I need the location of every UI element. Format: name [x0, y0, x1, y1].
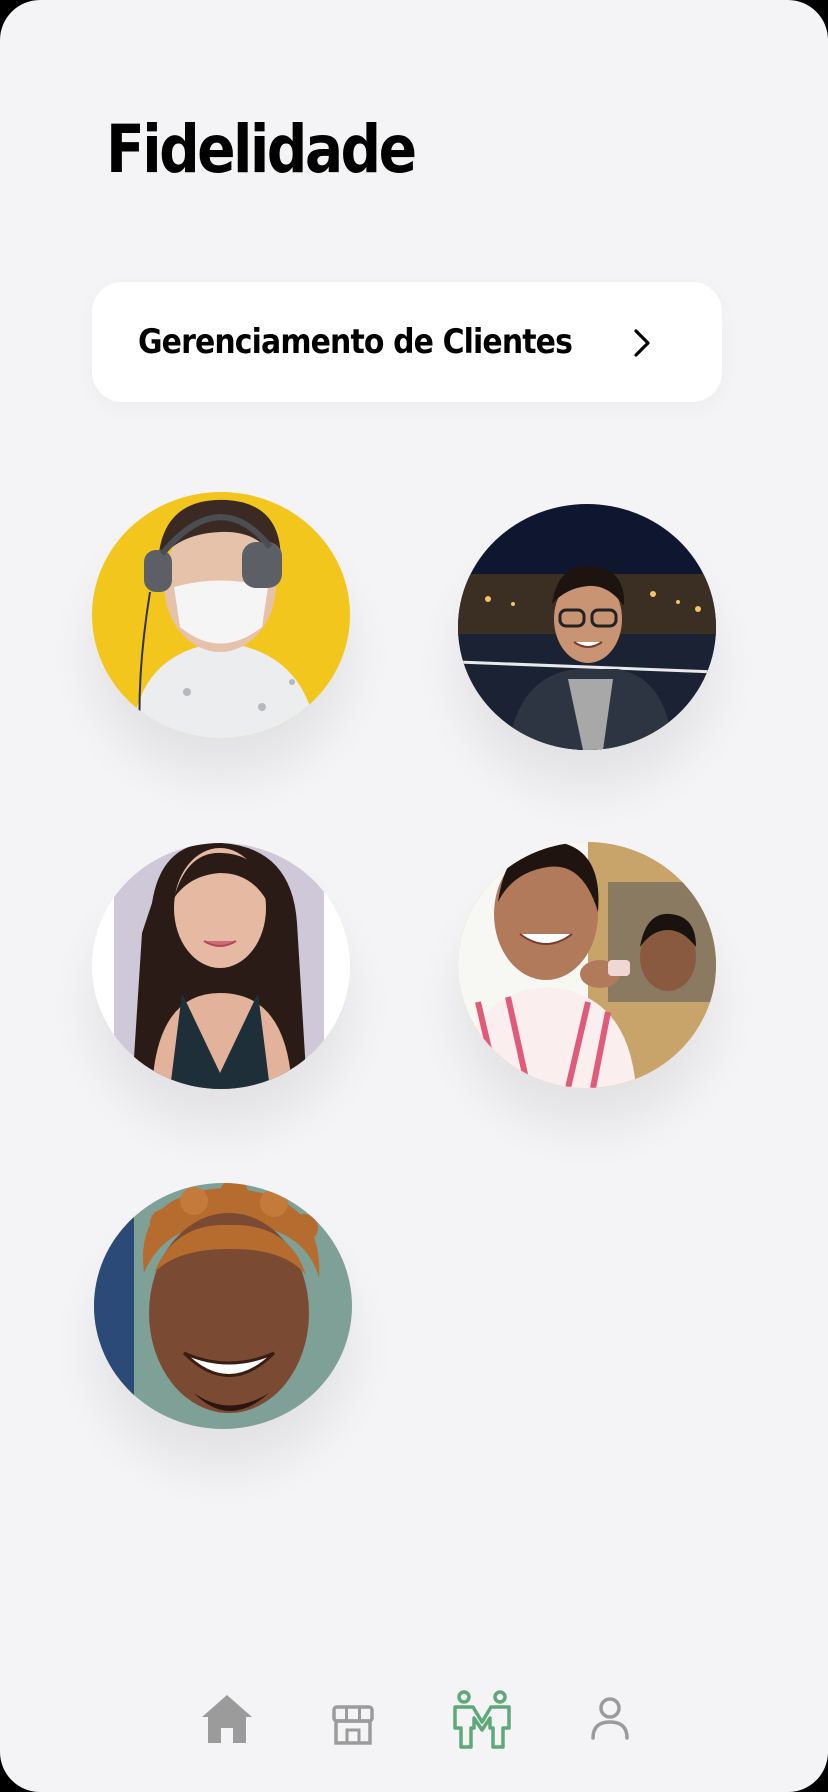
- client-avatar-1[interactable]: [92, 492, 350, 738]
- client-avatar-2[interactable]: [458, 504, 716, 750]
- home-icon[interactable]: [200, 1692, 254, 1746]
- client-avatar-5[interactable]: [94, 1183, 352, 1429]
- page-title: Fidelidade: [106, 111, 417, 188]
- profile-icon[interactable]: [590, 1696, 630, 1740]
- loyalty-people-icon[interactable]: [452, 1690, 512, 1750]
- store-icon[interactable]: [332, 1704, 374, 1746]
- app-screen: Fidelidade Gerenciamento de Clientes: [0, 0, 828, 1792]
- client-avatar-3[interactable]: [92, 843, 350, 1089]
- client-avatar-4[interactable]: [458, 842, 716, 1088]
- chevron-right-icon: [634, 329, 650, 357]
- client-management-label: Gerenciamento de Clientes: [138, 322, 573, 362]
